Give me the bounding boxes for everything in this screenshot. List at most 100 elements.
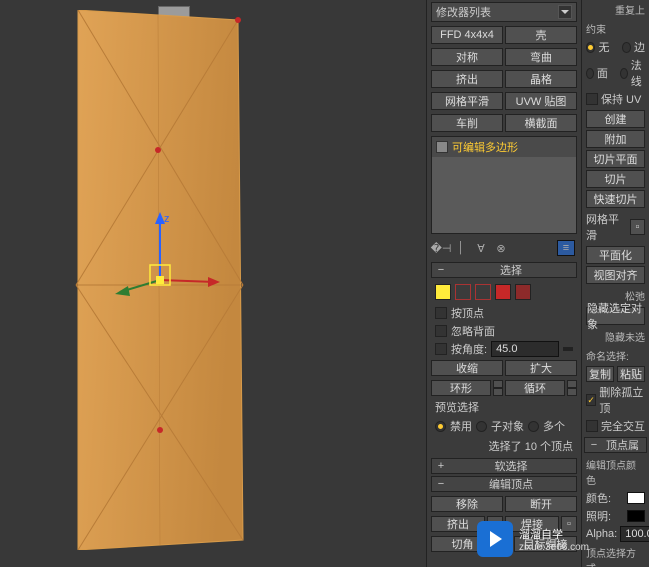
chk-delete-iso[interactable] xyxy=(586,394,596,406)
radio-constrain-normal[interactable] xyxy=(620,68,628,79)
constrain-label: 约束 xyxy=(582,19,649,38)
stack-toolbar: �⊣ │ ∀ ⊗ ≡ xyxy=(427,236,581,260)
chk-by-angle[interactable] xyxy=(435,343,447,355)
btn-ring[interactable]: 环形 xyxy=(431,380,491,396)
btn-lathe[interactable]: 车削 xyxy=(431,114,503,132)
vertex-color-swatch[interactable] xyxy=(627,492,645,504)
btn-slice[interactable]: 切片 xyxy=(586,170,645,188)
btn-attach[interactable]: 附加 xyxy=(586,130,645,148)
lbl-c-none: 无 xyxy=(598,39,609,55)
btn-extrude-v[interactable]: 挤出 xyxy=(431,516,485,532)
btn-hide-selected[interactable]: 隐藏选定对象 xyxy=(586,307,645,325)
unique-icon[interactable]: ∀ xyxy=(473,240,489,256)
btn-uvwmap[interactable]: UVW 贴图 xyxy=(505,92,577,110)
btn-view-align[interactable]: 视图对齐 xyxy=(586,266,645,284)
modifier-list-dropdown[interactable]: 修改器列表 xyxy=(431,2,577,22)
btn-extrude[interactable]: 挤出 xyxy=(431,70,503,88)
btn-shrink[interactable]: 收缩 xyxy=(431,360,503,376)
visibility-toggle-icon[interactable] xyxy=(436,141,448,153)
element-mode-icon[interactable] xyxy=(515,284,531,300)
btn-lattice[interactable]: 晶格 xyxy=(505,70,577,88)
show-end-icon[interactable]: │ xyxy=(453,240,469,256)
rollup-selection-title: 选择 xyxy=(450,262,572,278)
radio-constrain-edge[interactable] xyxy=(622,42,631,53)
edge-mode-icon[interactable] xyxy=(455,284,471,300)
btn-weld[interactable]: 焊接 xyxy=(505,516,559,532)
chk-full-interactive[interactable] xyxy=(586,420,598,432)
modifier-stack[interactable]: 可编辑多边形 xyxy=(431,136,577,234)
viewport[interactable]: z xyxy=(0,0,426,567)
btn-slice-plane[interactable]: 切片平面 xyxy=(586,150,645,168)
loop-spinner[interactable] xyxy=(567,380,577,396)
lbl-by-angle: 按角度: xyxy=(451,341,487,357)
btn-paste[interactable]: 粘贴 xyxy=(617,366,645,382)
angle-field[interactable]: 45.0 xyxy=(491,341,559,357)
radio-disable[interactable] xyxy=(435,421,446,432)
btn-planar[interactable]: 平面化 xyxy=(586,246,645,264)
btn-ffd[interactable]: FFD 4x4x4 xyxy=(431,26,503,44)
rollup-selection[interactable]: − 选择 xyxy=(431,262,577,278)
btn-grow[interactable]: 扩大 xyxy=(505,360,577,376)
lbl-mesh-smooth: 网格平滑 xyxy=(586,211,627,243)
btn-create[interactable]: 创建 xyxy=(586,110,645,128)
lbl-ignore-backfacing: 忽略背面 xyxy=(451,323,495,339)
ring-spinner[interactable] xyxy=(493,380,503,396)
btn-chamfer[interactable]: 切角 xyxy=(431,536,494,552)
lbl-illum: 照明: xyxy=(586,508,611,524)
vertex-mode-icon[interactable] xyxy=(435,284,451,300)
side-header: 重复上 xyxy=(582,0,649,19)
lbl-delete-iso: 删除孤立顶 xyxy=(599,384,645,416)
remove-mod-icon[interactable]: ⊗ xyxy=(493,240,509,256)
btn-quick-slice[interactable]: 快速切片 xyxy=(586,190,645,208)
radio-constrain-none[interactable] xyxy=(586,42,595,53)
rollup-soft-selection[interactable]: + 软选择 xyxy=(431,458,577,474)
weld-settings-icon[interactable]: ▫ xyxy=(561,516,577,532)
command-panel: 修改器列表 FFD 4x4x4壳 对称弯曲 挤出晶格 网格平滑UVW 贴图 车削… xyxy=(426,0,581,567)
border-mode-icon[interactable] xyxy=(475,284,491,300)
rollup-editv-title: 编辑顶点 xyxy=(450,476,572,492)
modifier-list-label: 修改器列表 xyxy=(436,4,491,20)
btn-bend[interactable]: 弯曲 xyxy=(505,48,577,66)
btn-meshsmooth[interactable]: 网格平滑 xyxy=(431,92,503,110)
meshsmooth-settings-icon[interactable]: ▫ xyxy=(630,219,645,235)
stack-item-editable-poly[interactable]: 可编辑多边形 xyxy=(432,137,576,157)
alpha-field[interactable]: 100.0 xyxy=(620,526,649,542)
minus-icon-2: − xyxy=(436,478,446,490)
btn-symmetry[interactable]: 对称 xyxy=(431,48,503,66)
vertex-illum-swatch[interactable] xyxy=(627,510,645,522)
btn-copy[interactable]: 复制 xyxy=(586,366,614,382)
rollup-vertex-title: 顶点属 xyxy=(603,437,642,453)
btn-loop[interactable]: 循环 xyxy=(505,380,565,396)
configure-icon[interactable]: ≡ xyxy=(557,240,575,256)
rollup-edit-vertices[interactable]: − 编辑顶点 xyxy=(431,476,577,492)
lbl-full-interactive: 完全交互 xyxy=(601,418,645,434)
btn-shell[interactable]: 壳 xyxy=(505,26,577,44)
btn-crosssection[interactable]: 横截面 xyxy=(505,114,577,132)
polygon-mode-icon[interactable] xyxy=(495,284,511,300)
lbl-preserve-uv: 保持 UV xyxy=(601,91,641,107)
lbl-sel-mode: 顶点选择方式 xyxy=(582,543,649,567)
btn-target-weld[interactable]: 目标焊接 xyxy=(514,536,577,552)
chk-by-vertex[interactable] xyxy=(435,307,447,319)
lbl-subobj: 子对象 xyxy=(491,418,524,434)
transform-gizmo[interactable]: z xyxy=(120,210,220,310)
chk-ignore-backfacing[interactable] xyxy=(435,325,447,337)
lbl-disable: 禁用 xyxy=(450,418,472,434)
btn-remove[interactable]: 移除 xyxy=(431,496,503,512)
rollup-vertex-props[interactable]: −顶点属 xyxy=(584,437,647,453)
chevron-down-icon xyxy=(558,5,572,19)
chamfer-settings-icon[interactable]: ▫ xyxy=(496,536,512,552)
chk-preserve-uv[interactable] xyxy=(586,93,598,105)
radio-multi[interactable] xyxy=(528,421,539,432)
btn-break[interactable]: 断开 xyxy=(505,496,577,512)
lbl-multi: 多个 xyxy=(543,418,565,434)
radio-constrain-face[interactable] xyxy=(586,68,594,79)
pin-icon[interactable]: �⊣ xyxy=(433,240,449,256)
lbl-c-face: 面 xyxy=(597,65,608,81)
stack-item-label: 可编辑多边形 xyxy=(452,139,518,155)
minus-icon: − xyxy=(436,264,446,276)
extrude-settings-icon[interactable]: ▫ xyxy=(487,516,503,532)
lbl-by-vertex: 按顶点 xyxy=(451,305,484,321)
radio-subobj[interactable] xyxy=(476,421,487,432)
angle-spinner[interactable] xyxy=(563,347,573,351)
